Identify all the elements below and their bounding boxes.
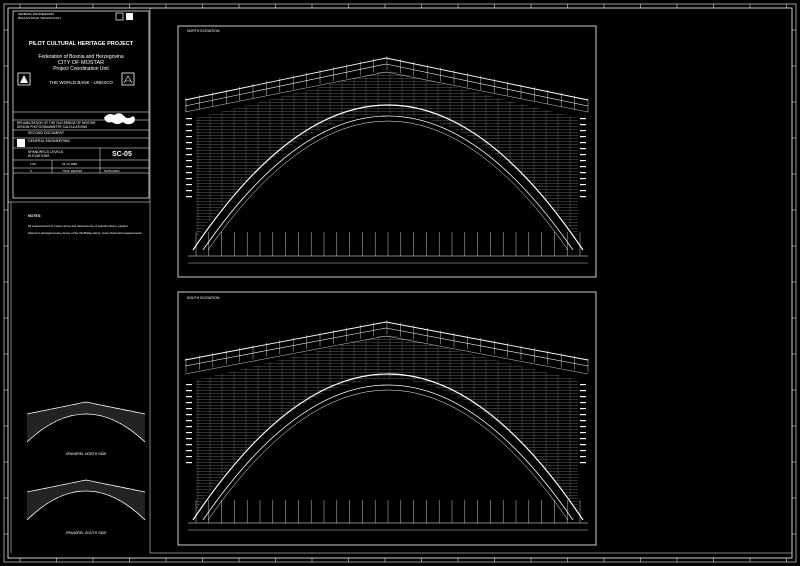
spandrel-south-label: SPANDREL SOUTH SIDE xyxy=(65,531,107,535)
map-sketch-icon xyxy=(104,113,135,125)
sponsor-text: THE WORLD BANK - UNESCO xyxy=(49,80,113,85)
date-text: 31.10.1999 xyxy=(62,162,78,166)
north-elevation-label: NORTH ELEVATION xyxy=(187,29,220,33)
notes-line-1: All measurements in meters at the axis r… xyxy=(28,224,128,228)
spandrel-north-label: SPANDREL NORTH SIDE xyxy=(65,452,107,456)
project-title: PILOT CULTURAL HERITAGE PROJECT xyxy=(28,41,134,47)
drawn-by-text: TOOL DESIGN xyxy=(62,169,83,173)
corner-text-2: BALKAN ROAD TECHNOLOGY xyxy=(18,16,62,20)
south-elevation-label: SOUTH ELEVATION xyxy=(187,296,220,300)
drawing-title-2: ELEVATIONS xyxy=(28,154,50,158)
scale-text: 1:50 xyxy=(30,162,36,166)
sheet-code: SC-05 xyxy=(112,151,132,158)
spandrel-south-thumbnail xyxy=(26,479,146,521)
unit-text: Project Coordination Unit xyxy=(53,66,109,72)
spandrel-north-thumbnail xyxy=(26,401,146,443)
company-text: GENERAL ENGINEERING xyxy=(28,139,71,143)
notes-heading: NOTES: xyxy=(28,214,42,218)
company-logo-icon xyxy=(17,139,25,147)
north-elevation xyxy=(177,25,597,278)
project-line-2: DESIGN PHOTOGRAMMETRY CALCULATIONS xyxy=(17,125,88,129)
corner-logo-right-icon xyxy=(126,13,133,20)
rev-text: 0 xyxy=(30,169,32,173)
south-elevation xyxy=(177,291,597,546)
corner-logo-left-icon xyxy=(115,12,124,21)
document-text: SECOND DOCUMENT xyxy=(28,131,65,135)
notes-line-2: Data from photogrammetry survey of the O… xyxy=(28,231,142,235)
file-number-text: SC05.DWG xyxy=(104,169,120,173)
